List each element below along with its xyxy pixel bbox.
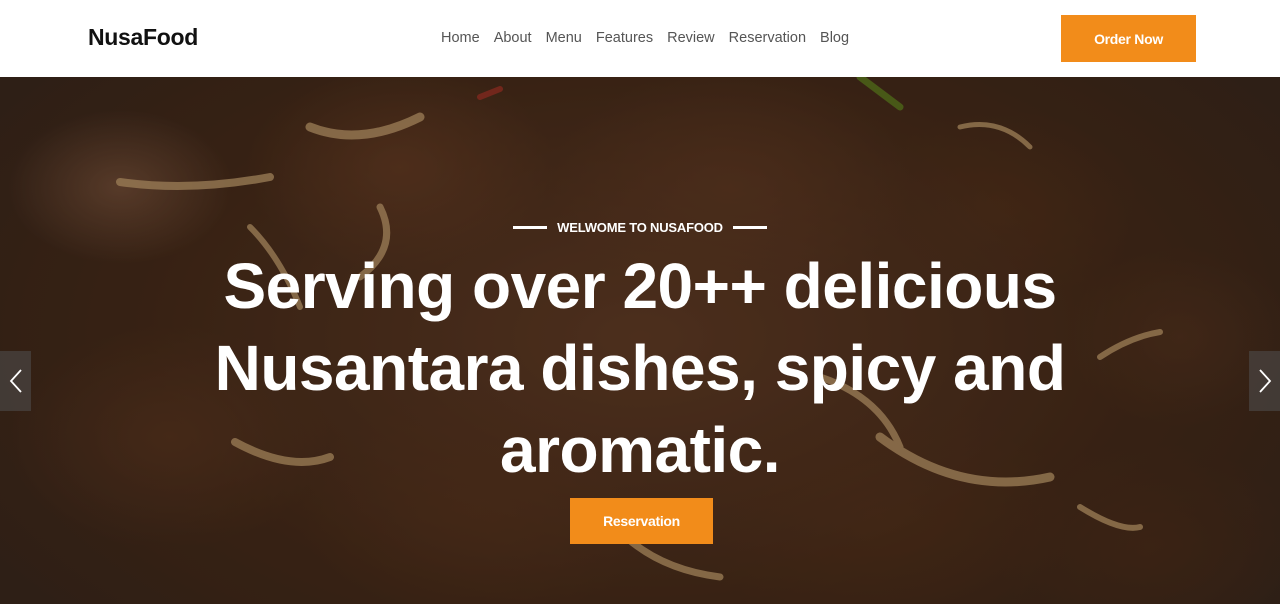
eyebrow-line-left bbox=[513, 225, 548, 229]
hero-slider: WELWOME TO NUSAFOOD Serving over 20++ de… bbox=[0, 77, 1280, 604]
nav-item-review[interactable]: Review bbox=[667, 29, 715, 47]
chevron-left-icon bbox=[9, 369, 22, 393]
nav-item-features[interactable]: Features bbox=[596, 29, 653, 47]
hero-eyebrow: WELWOME TO NUSAFOOD bbox=[0, 218, 1280, 236]
nav-item-menu[interactable]: Menu bbox=[546, 29, 582, 47]
nav-item-blog[interactable]: Blog bbox=[820, 29, 849, 47]
reservation-button[interactable]: Reservation bbox=[570, 498, 713, 544]
hero-headline: Serving over 20++ delicious Nusantara di… bbox=[214, 250, 1066, 486]
nav-item-home[interactable]: Home bbox=[441, 29, 480, 47]
brand-logo[interactable]: NusaFood bbox=[88, 24, 198, 51]
chevron-right-icon bbox=[1258, 369, 1271, 393]
nav-item-reservation[interactable]: Reservation bbox=[729, 29, 806, 47]
eyebrow-line-right bbox=[732, 225, 767, 229]
site-header: NusaFood Home About Menu Features Review… bbox=[0, 0, 1280, 77]
nav-item-about[interactable]: About bbox=[494, 29, 532, 47]
slider-next-button[interactable] bbox=[1249, 351, 1280, 411]
order-now-button[interactable]: Order Now bbox=[1061, 15, 1196, 62]
main-nav: Home About Menu Features Review Reservat… bbox=[441, 29, 849, 47]
hero-eyebrow-text: WELWOME TO NUSAFOOD bbox=[557, 219, 723, 235]
slider-prev-button[interactable] bbox=[0, 351, 31, 411]
